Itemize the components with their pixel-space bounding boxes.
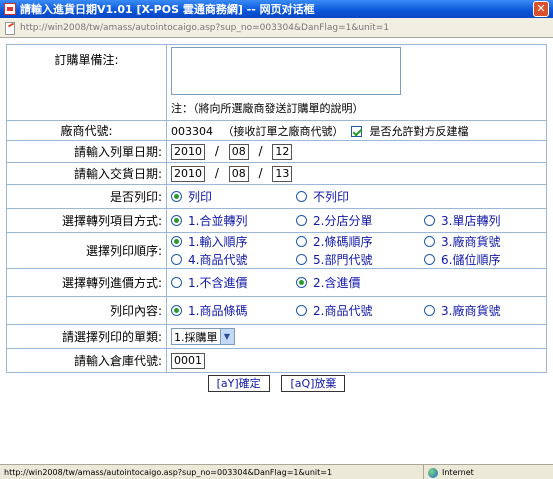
cancel-button[interactable]: [aQ]放棄 [281,375,346,393]
row-buttons: [aY]確定 [aQ]放棄 [7,373,547,395]
order-department-option[interactable]: 5.部門代號 [296,251,424,268]
radio-icon [424,215,435,226]
row-content: 列印內容: 1.商品條碼 2.商品代號 3.廠商貨號 [6,296,547,325]
page-icon [4,21,16,35]
radio-icon [171,305,182,316]
zone-label: Internet [442,468,474,477]
price-exclude-option[interactable]: 1.不含進價 [171,274,296,291]
row-vendor: 廠商代號: 003304 （接收訂單之廠商代號） 是否允許對方反建檔 [6,120,547,141]
date-separator: / [258,144,263,158]
date-separator: / [214,144,219,158]
price-include-option[interactable]: 2.含進價 [296,274,424,291]
row-order-date: 請輸入列單日期: 2010 / 08 / 12 [6,140,547,163]
row-price: 選擇轉列進價方式: 1.不含進價 2.含進價 [6,268,547,297]
ok-button[interactable]: [aY]確定 [207,375,270,393]
order-input-option[interactable]: 1.輸入順序 [171,233,296,250]
radio-icon [296,305,307,316]
vendor-hint: （接收訂單之廠商代號） [222,124,344,138]
note-label: 訂購單備注: [6,44,167,121]
print-no-option[interactable]: 不列印 [296,188,424,205]
row-transfer: 選擇轉列項目方式: 1.合並轉列 2.分店分單 3.單店轉列 [6,208,547,233]
radio-icon [296,215,307,226]
address-bar: http://win2008/tw/amass/autointocaigo.as… [0,18,553,38]
warehouse-label: 請輸入倉庫代號: [6,348,167,373]
app-icon [4,3,16,15]
radio-icon [424,305,435,316]
row-warehouse: 請輸入倉庫代號: 0001 [6,348,547,373]
radio-icon [171,277,182,288]
radio-icon [171,215,182,226]
order-vendor-sku-option[interactable]: 3.廠商貨號 [424,233,534,250]
delivery-year-input[interactable]: 2010 [171,165,205,182]
radio-icon [424,254,435,265]
address-url: http://win2008/tw/amass/autointocaigo.as… [20,22,390,33]
note-textarea[interactable] [171,47,401,95]
note-hint: 注：（將向所選廠商發送訂購單的說明） [171,102,364,115]
radio-icon [171,254,182,265]
order-month-input[interactable]: 08 [228,143,249,160]
radio-icon [171,191,182,202]
order-barcode-option[interactable]: 2.條碼順序 [296,233,424,250]
window-title: 請輸入進貨日期V1.01 [X-POS 雲通商務網] -- 网页对话框 [20,3,315,16]
doctype-select[interactable]: 1.採購單 ▼ [171,328,235,345]
radio-icon [296,191,307,202]
content-product-code-option[interactable]: 2.商品代號 [296,302,424,319]
status-bar: http://win2008/tw/amass/autointocaigo.as… [0,464,553,479]
row-doctype: 請選擇列印的單類: 1.採購單 ▼ [6,324,547,349]
options-form: 訂購單備注: 注：（將向所選廠商發送訂購單的說明） 廠商代號: 003304 （… [6,44,547,395]
print-order-label: 選擇列印順序: [6,232,167,269]
status-url: http://win2008/tw/amass/autointocaigo.as… [4,467,333,477]
radio-icon [424,236,435,247]
close-button[interactable]: ✕ [533,1,549,17]
allow-reverse-checkbox[interactable] [351,126,362,137]
doctype-value: 1.採購單 [174,330,218,344]
dialog-content: 訂購單備注: 注：（將向所選廠商發送訂購單的說明） 廠商代號: 003304 （… [0,38,553,464]
row-print: 是否列印: 列印 不列印 [6,184,547,209]
print-label: 是否列印: [6,184,167,209]
content-barcode-option[interactable]: 1.商品條碼 [171,302,296,319]
radio-icon [296,277,307,288]
transfer-single-option[interactable]: 3.單店轉列 [424,212,534,229]
vendor-code: 003304 [171,124,213,138]
price-label: 選擇轉列進價方式: [6,268,167,297]
allow-reverse-label: 是否允許對方反建檔 [369,124,469,138]
warehouse-input[interactable]: 0001 [171,352,205,369]
row-print-order: 選擇列印順序: 1.輸入順序 4.商品代號 2.條碼順序 5.部門代號 3.廠商… [6,232,547,269]
row-note: 訂購單備注: 注：（將向所選廠商發送訂購單的說明） [6,44,547,121]
transfer-merge-option[interactable]: 1.合並轉列 [171,212,296,229]
security-zone: Internet [423,465,553,479]
date-separator: / [214,166,219,180]
content-vendor-sku-option[interactable]: 3.廠商貨號 [424,302,534,319]
window-titlebar: 請輸入進貨日期V1.01 [X-POS 雲通商務網] -- 网页对话框 ✕ [0,0,553,18]
vendor-label: 廠商代號: [6,120,167,141]
order-location-option[interactable]: 6.儲位順序 [424,251,534,268]
doctype-label: 請選擇列印的單類: [6,324,167,349]
delivery-month-input[interactable]: 08 [228,165,249,182]
print-yes-option[interactable]: 列印 [171,188,296,205]
transfer-branch-option[interactable]: 2.分店分單 [296,212,424,229]
globe-icon [428,467,438,478]
order-product-code-option[interactable]: 4.商品代號 [171,251,296,268]
delivery-day-input[interactable]: 13 [272,165,293,182]
content-label: 列印內容: [6,296,167,325]
radio-icon [296,236,307,247]
radio-icon [296,254,307,265]
radio-icon [171,236,182,247]
date-separator: / [258,166,263,180]
row-delivery-date: 請輸入交貨日期: 2010 / 08 / 13 [6,162,547,185]
order-year-input[interactable]: 2010 [171,143,205,160]
chevron-down-icon[interactable]: ▼ [219,329,234,344]
delivery-date-label: 請輸入交貨日期: [6,162,167,185]
order-day-input[interactable]: 12 [272,143,293,160]
order-date-label: 請輸入列單日期: [6,140,167,163]
transfer-label: 選擇轉列項目方式: [6,208,167,233]
